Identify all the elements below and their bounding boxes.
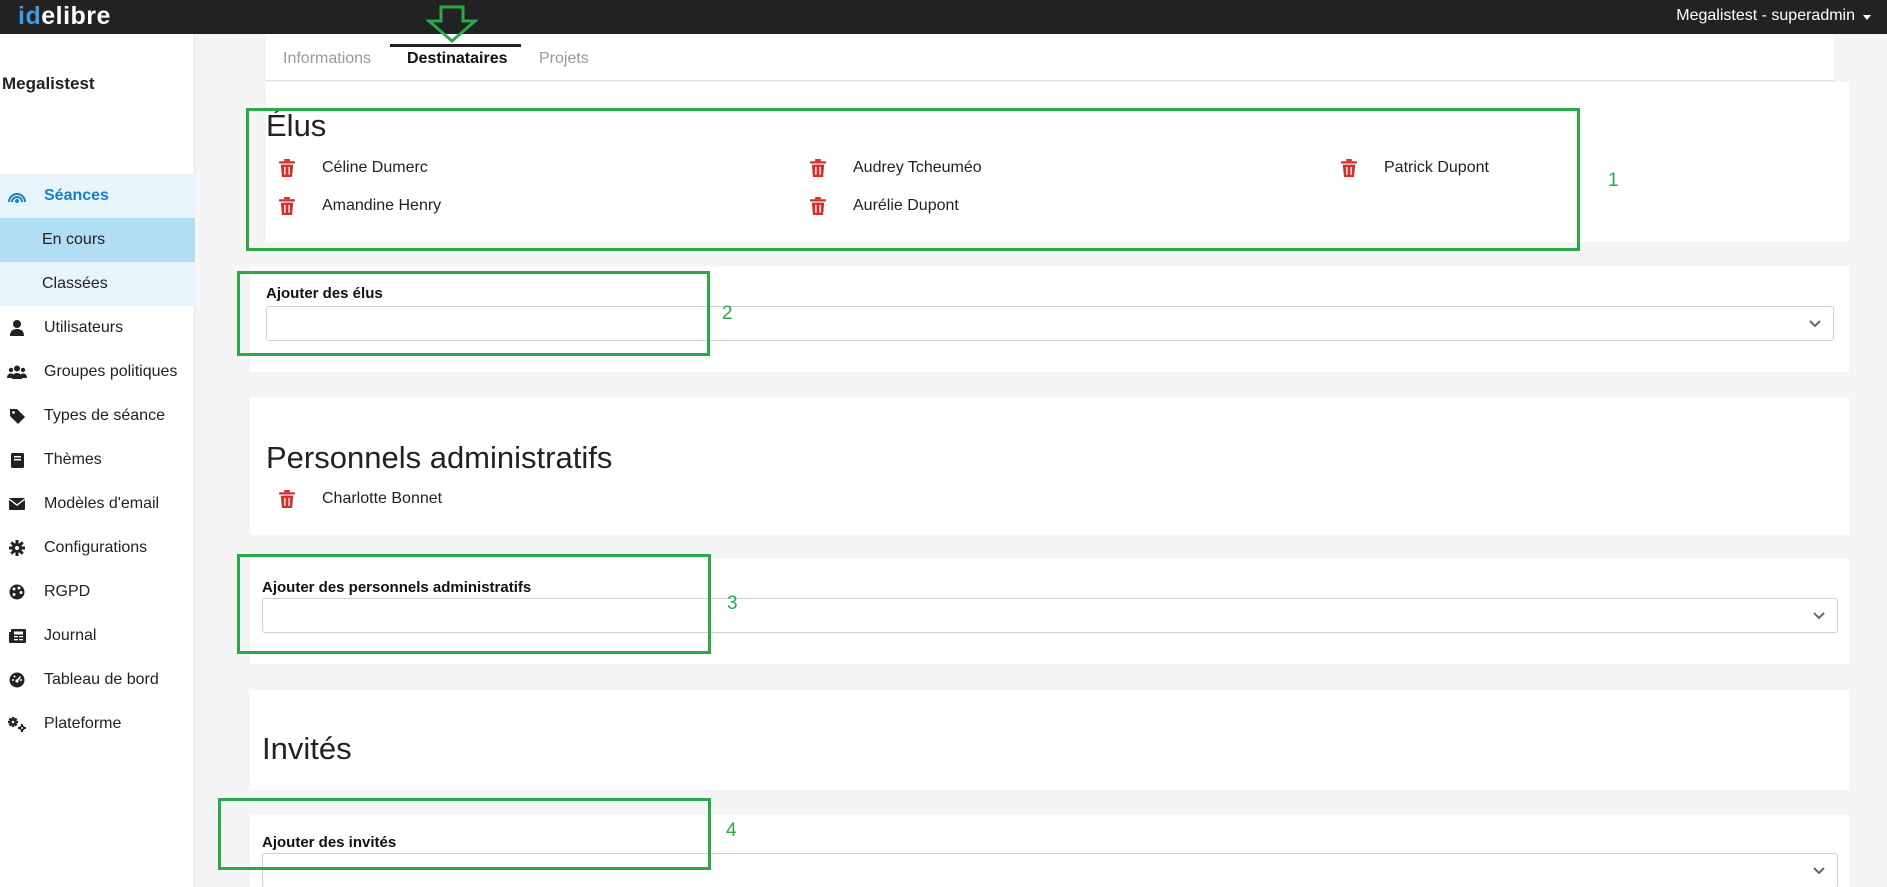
annotation-number-4: 4	[726, 820, 737, 841]
member-item: Charlotte Bonnet	[279, 490, 442, 508]
invites-card	[250, 690, 1849, 790]
top-navbar: idelibre Megalistest - superadmin	[0, 0, 1887, 34]
sidebar-item-types-de-seance[interactable]: Types de séance	[0, 394, 195, 438]
annotation-box-3	[237, 554, 711, 654]
sidebar-item-label: Journal	[44, 627, 97, 644]
tab-projets[interactable]: Projets	[539, 50, 589, 68]
sidebar-item-label: Groupes politiques	[44, 363, 178, 380]
tab-informations[interactable]: Informations	[283, 50, 371, 68]
annotation-number-2: 2	[722, 303, 733, 324]
active-tab-indicator	[390, 44, 521, 47]
tab-destinataires[interactable]: Destinataires	[407, 50, 508, 68]
sidebar-item-label: RGPD	[44, 583, 91, 600]
sidebar: Megalistest Séances En cours Classées Ut…	[0, 34, 195, 887]
sidebar-item-journal[interactable]: Journal	[0, 614, 195, 658]
caret-down-icon	[1863, 14, 1871, 20]
gear-icon	[6, 537, 28, 559]
palette-icon	[6, 581, 28, 603]
sidebar-item-label: Modèles d'email	[44, 495, 160, 512]
annotation-number-1: 1	[1608, 170, 1619, 191]
sidebar-item-label: Plateforme	[44, 715, 122, 732]
sidebar-item-groupes-politiques[interactable]: Groupes politiques	[0, 350, 195, 394]
invites-title: Invités	[262, 731, 352, 766]
annotation-box-4	[218, 798, 711, 870]
annotation-arrow-icon	[426, 5, 478, 43]
sidebar-item-en-cours[interactable]: En cours	[0, 218, 195, 262]
sidebar-item-label: Séances	[44, 187, 109, 204]
sidebar-item-label: Types de séance	[44, 407, 165, 424]
dashboard-icon	[6, 669, 28, 691]
users-icon	[6, 361, 28, 383]
broadcast-icon	[6, 185, 28, 207]
chevron-down-icon	[1813, 867, 1825, 875]
chevron-down-icon	[1809, 320, 1821, 328]
tag-icon	[6, 405, 28, 427]
sidebar-item-utilisateurs[interactable]: Utilisateurs	[0, 306, 195, 350]
sidebar-item-configurations[interactable]: Configurations	[0, 526, 195, 570]
sidebar-item-label: Thèmes	[44, 451, 102, 468]
sidebar-item-label: Configurations	[44, 539, 148, 556]
sidebar-item-tableau-de-bord[interactable]: Tableau de bord	[0, 658, 195, 702]
tab-bar: Informations Destinataires Projets	[266, 34, 1834, 81]
sidebar-item-rgpd[interactable]: RGPD	[0, 570, 195, 614]
newspaper-icon	[6, 625, 28, 647]
personnels-title: Personnels administratifs	[266, 440, 613, 475]
envelope-icon	[6, 493, 28, 515]
sidebar-item-label: Utilisateurs	[44, 319, 124, 336]
sidebar-item-plateforme[interactable]: Plateforme	[0, 702, 195, 746]
sidebar-item-classees[interactable]: Classées	[0, 262, 195, 306]
sidebar-item-modeles-email[interactable]: Modèles d'email	[0, 482, 195, 526]
chevron-down-icon	[1813, 612, 1825, 620]
sidebar-nav: Séances En cours Classées Utilisateurs G…	[0, 174, 195, 746]
sidebar-item-label: Tableau de bord	[44, 671, 159, 688]
sidebar-item-themes[interactable]: Thèmes	[0, 438, 195, 482]
annotation-number-3: 3	[727, 593, 738, 614]
book-icon	[6, 449, 28, 471]
app-logo[interactable]: idelibre	[18, 2, 111, 31]
sidebar-item-label: En cours	[42, 231, 106, 248]
user-icon	[6, 317, 28, 339]
trash-icon[interactable]	[279, 490, 295, 508]
annotation-box-1	[246, 108, 1580, 251]
annotation-box-2	[237, 271, 710, 356]
user-menu-dropdown[interactable]: Megalistest - superadmin	[1676, 7, 1871, 25]
sidebar-item-seances[interactable]: Séances	[0, 174, 195, 218]
sidebar-item-label: Classées	[42, 275, 108, 292]
gears-icon	[6, 713, 28, 735]
user-menu-label: Megalistest - superadmin	[1676, 7, 1855, 24]
member-name: Charlotte Bonnet	[322, 490, 443, 507]
structure-name: Megalistest	[2, 74, 95, 93]
